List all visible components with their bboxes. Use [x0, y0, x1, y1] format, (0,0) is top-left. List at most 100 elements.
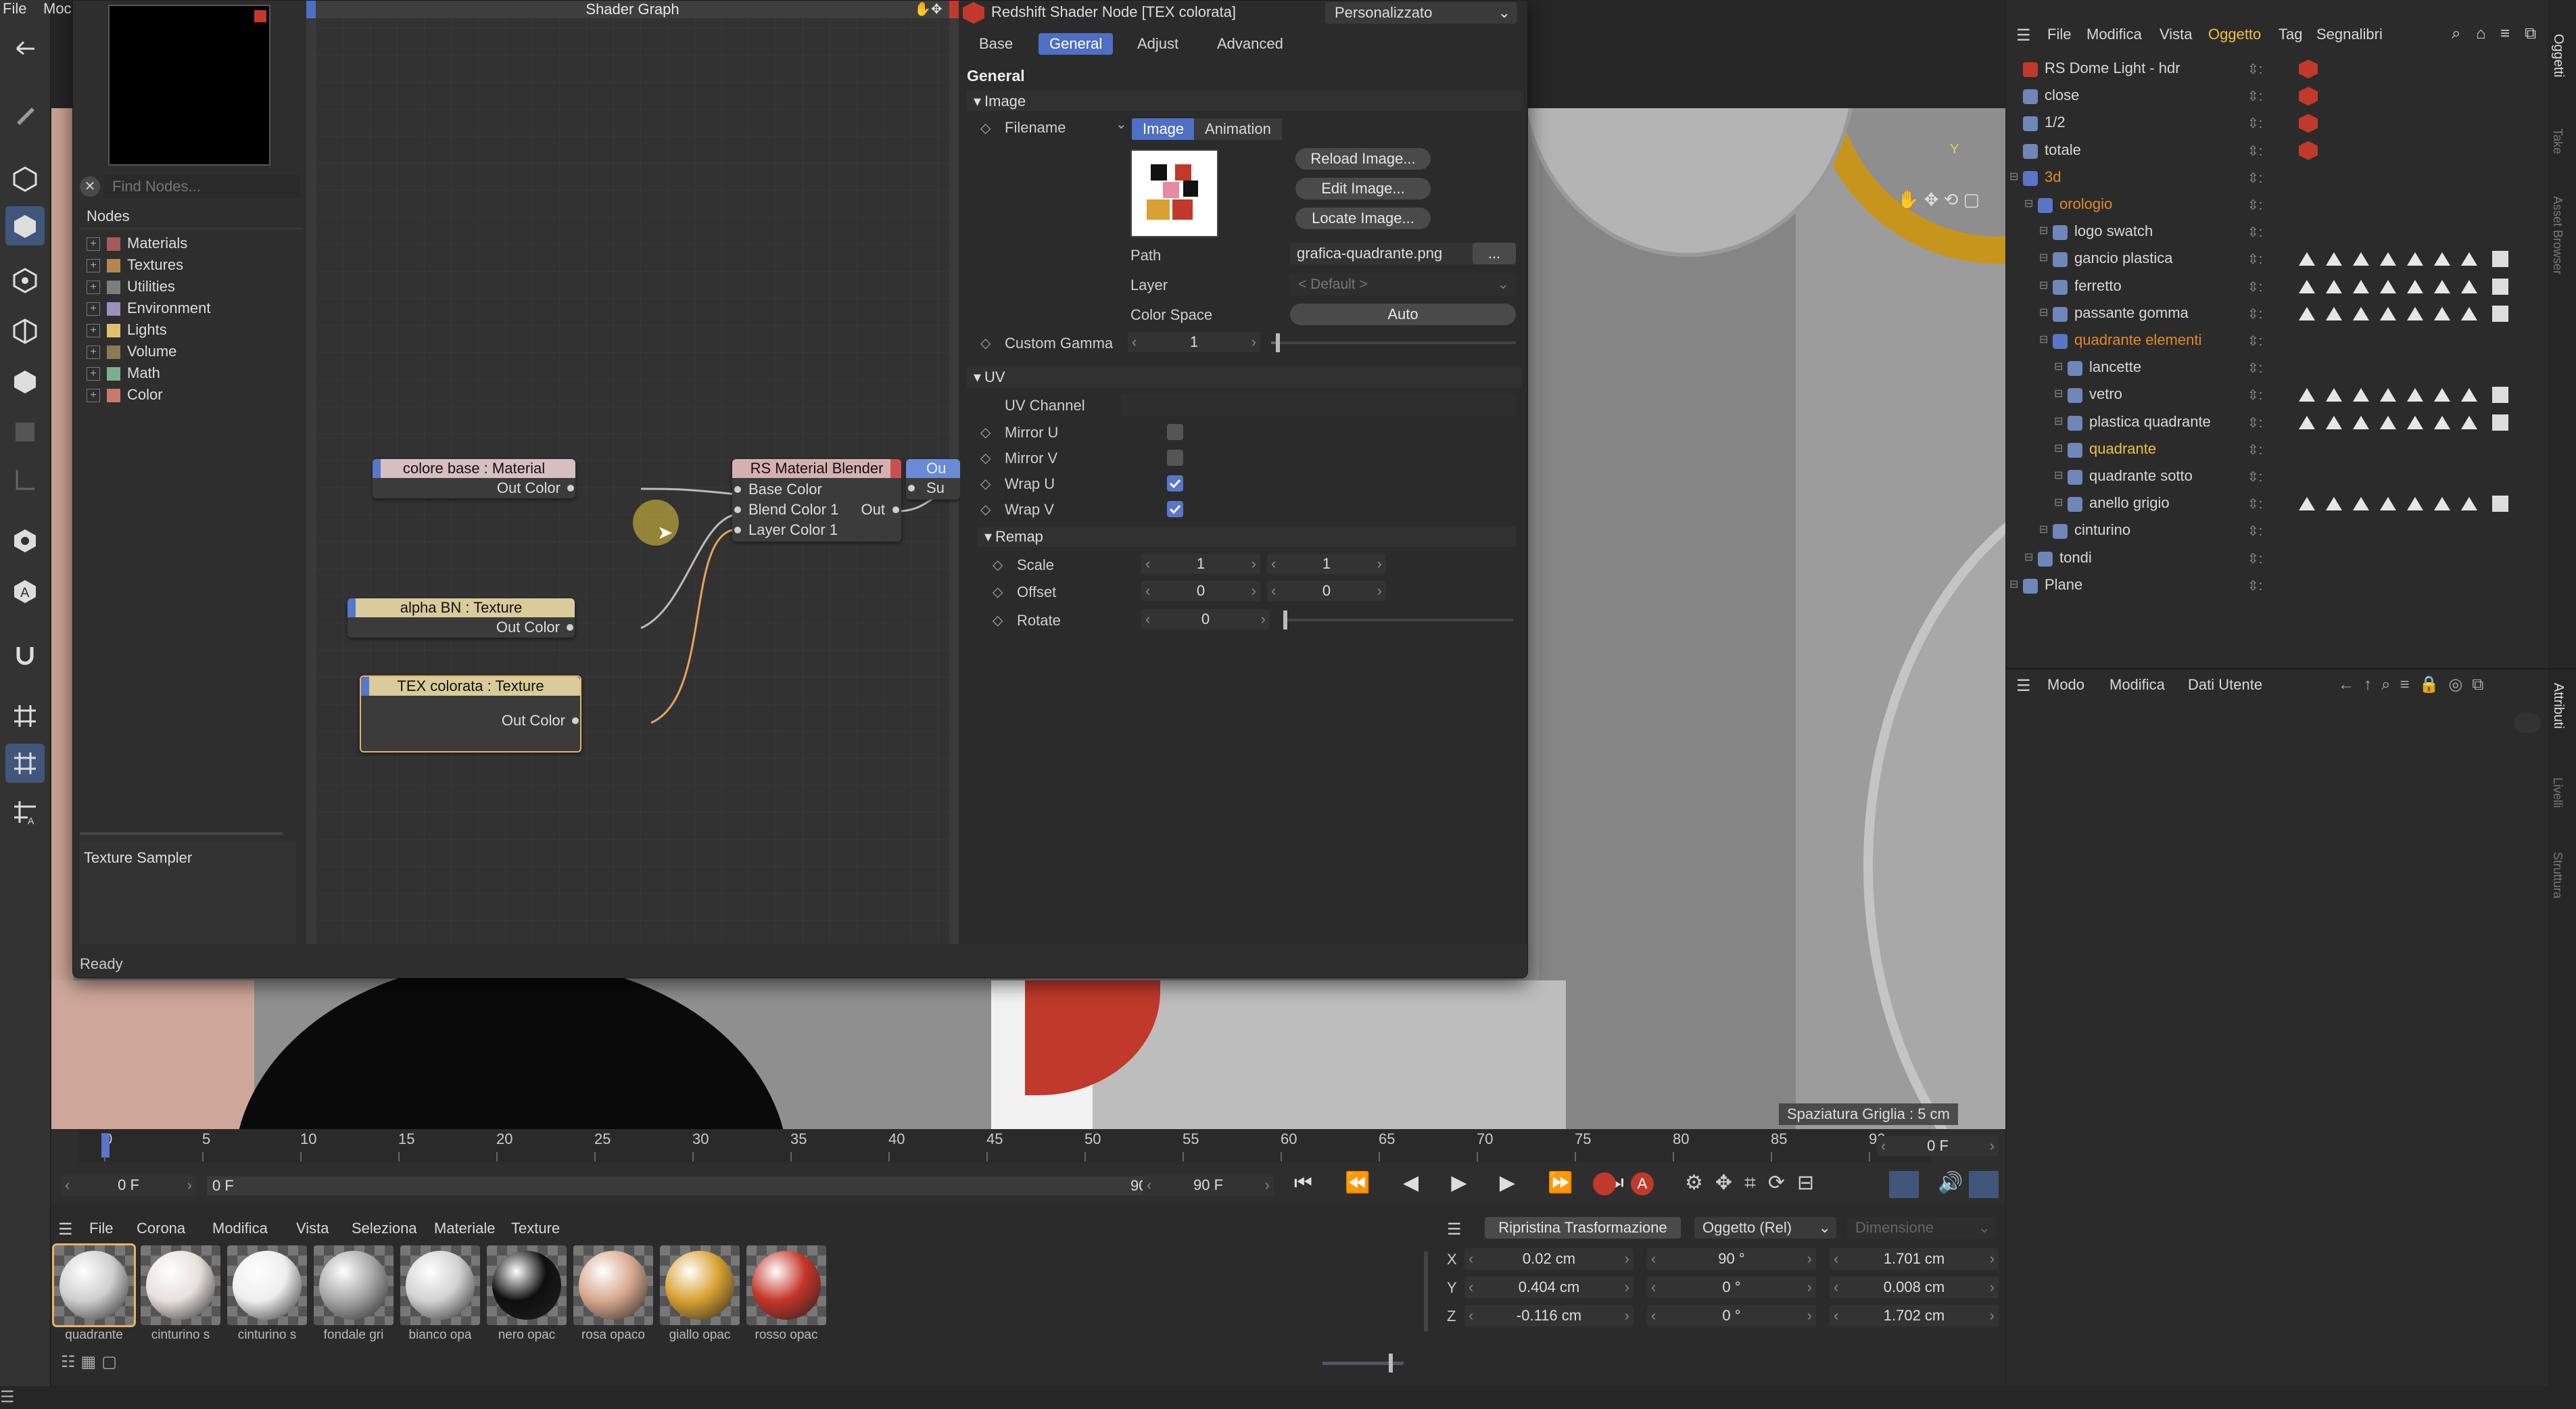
om-menu-item[interactable]: Vista	[2160, 26, 2193, 43]
grid-icon[interactable]	[5, 696, 45, 736]
object-row[interactable]: ⊟ ferretto ⇳:	[2007, 273, 2548, 300]
object-name[interactable]: Plane	[2045, 576, 2082, 594]
side-tab-asset-browser[interactable]: Asset Browser	[2550, 196, 2565, 274]
wrap-v-checkbox[interactable]	[1167, 501, 1183, 517]
decrement-icon[interactable]: ‹	[1469, 1305, 1473, 1327]
autokey-icon[interactable]: A	[1631, 1172, 1654, 1195]
playback-controls[interactable]: ⏮ ⏪ ◀ ▶ ▶ ⏩ ⏭	[1294, 1171, 1638, 1195]
section-uv[interactable]: UV	[984, 368, 1005, 386]
edit-image-button[interactable]: Edit Image...	[1295, 178, 1431, 199]
object-row[interactable]: ⊟ anello grigio ⇳:	[2007, 490, 2548, 517]
increment-icon[interactable]: ›	[1807, 1276, 1812, 1298]
hamburger-icon[interactable]: ☰	[2016, 676, 2031, 696]
uv-channel-field[interactable]	[1121, 394, 1516, 416]
tree-item[interactable]: Volume	[127, 343, 176, 360]
tree-toggle-icon[interactable]: ⊟	[2009, 170, 2018, 183]
mirror-v-checkbox[interactable]	[1167, 450, 1183, 466]
coord-rot-field[interactable]: ‹ 0 ° ›	[1647, 1276, 1816, 1298]
object-name[interactable]: 1/2	[2045, 114, 2066, 131]
coordinate-mode-dropdown[interactable]: Oggetto (Rel) ⌄	[1694, 1217, 1836, 1239]
expand-icon[interactable]: +	[87, 324, 100, 337]
object-name[interactable]: orologio	[2059, 195, 2112, 213]
material-tag-icon[interactable]	[2461, 306, 2477, 320]
material-swatch[interactable]: rosso opac	[746, 1245, 826, 1342]
tree-toggle-icon[interactable]: ⊟	[2039, 224, 2048, 237]
keyframe-icon[interactable]: ◇	[993, 583, 1003, 600]
tree-item[interactable]: Math	[127, 364, 160, 382]
object-name[interactable]: cinturino	[2074, 521, 2130, 539]
material-tag-icon[interactable]	[2434, 306, 2450, 320]
object-row[interactable]: ⊟ cinturino ⇳:	[2007, 517, 2548, 544]
menu-dati-utente[interactable]: Dati Utente	[2188, 676, 2262, 694]
visibility-toggle-icon[interactable]: ⇳:	[2247, 387, 2262, 404]
decrement-icon[interactable]: ‹	[1834, 1305, 1838, 1327]
section-image-caret[interactable]: ▾	[974, 93, 981, 110]
decrement-icon[interactable]: ‹	[1147, 1175, 1151, 1195]
keyframe-icon[interactable]: ◇	[993, 612, 1003, 629]
view-mode-icons[interactable]: ☷▦▢	[61, 1352, 122, 1372]
slider-handle[interactable]	[1389, 1354, 1393, 1372]
material-tag-icon[interactable]	[2299, 388, 2315, 402]
object-name[interactable]: 3d	[2045, 168, 2061, 186]
grid-snap-icon[interactable]	[5, 744, 45, 783]
input-port-dot[interactable]	[908, 485, 915, 492]
keyframe-tools-icons[interactable]: ⚙✥⌗⟳⊟	[1685, 1171, 1826, 1195]
node-tex-colorata[interactable]: TEX colorata : Texture Out Color	[360, 675, 581, 753]
visibility-toggle-icon[interactable]: ⇳:	[2247, 170, 2262, 187]
bracket-icon[interactable]	[5, 460, 45, 499]
filename-chevron-icon[interactable]: ⌄	[1116, 116, 1127, 133]
tab-adjust[interactable]: Adjust	[1126, 33, 1189, 55]
increment-icon[interactable]: ›	[1990, 1305, 1995, 1327]
material-tag-icon[interactable]	[2326, 279, 2342, 293]
material-tag-icon[interactable]	[2299, 306, 2315, 320]
increment-icon[interactable]: ›	[1807, 1305, 1812, 1327]
material-tag-icon[interactable]	[2380, 252, 2396, 266]
tree-item[interactable]: Textures	[127, 256, 183, 274]
wrap-u-checkbox[interactable]	[1167, 475, 1183, 492]
slider-handle[interactable]	[1276, 333, 1281, 352]
material-tag-icon[interactable]	[2407, 388, 2423, 402]
coord-rot-field[interactable]: ‹ 0 ° ›	[1647, 1305, 1816, 1327]
tree-toggle-icon[interactable]: ⊟	[2039, 523, 2048, 536]
visibility-toggle-icon[interactable]: ⇳:	[2247, 88, 2262, 105]
tree-toggle-icon[interactable]: ⊟	[2009, 577, 2018, 591]
node-output[interactable]: Ou Su	[906, 459, 960, 500]
coord-pos-field[interactable]: ‹ 0.404 cm ›	[1464, 1276, 1633, 1298]
material-tag-icon[interactable]	[2299, 415, 2315, 429]
text-tool-icon[interactable]: A	[5, 571, 45, 611]
visibility-toggle-icon[interactable]: ⇳:	[2247, 115, 2262, 132]
point-mode-icon[interactable]	[5, 260, 45, 300]
increment-icon[interactable]: ›	[1807, 1248, 1812, 1270]
visibility-toggle-icon[interactable]: ⇳:	[2247, 333, 2262, 350]
reset-transform-button[interactable]: Ripristina Trasformazione	[1485, 1217, 1681, 1239]
visibility-toggle-icon[interactable]: ⇳:	[2247, 523, 2262, 540]
decrement-icon[interactable]: ‹	[1145, 609, 1150, 629]
subtab-animation[interactable]: Animation	[1194, 118, 1282, 140]
input-port-dot[interactable]	[734, 527, 741, 533]
object-row[interactable]: ⊟ logo swatch ⇳:	[2007, 218, 2548, 245]
object-name[interactable]: gancio plastica	[2074, 249, 2173, 267]
coord-pos-field[interactable]: ‹ -0.116 cm ›	[1464, 1305, 1633, 1327]
material-tag-icon[interactable]	[2353, 252, 2369, 266]
keyframe-icon[interactable]: ◇	[980, 424, 991, 441]
object-name[interactable]: quadrante elementi	[2074, 331, 2201, 349]
coord-rot-field[interactable]: ‹ 90 ° ›	[1647, 1248, 1816, 1270]
custom-gamma-slider[interactable]	[1271, 333, 1516, 352]
section-uv-caret[interactable]: ▾	[974, 368, 981, 386]
custom-gamma-field[interactable]: ‹ 1 ›	[1128, 332, 1260, 352]
coord-size-field[interactable]: ‹ 0.008 cm ›	[1830, 1276, 1999, 1298]
menu-mod[interactable]: Moc	[43, 0, 72, 18]
find-nodes-input[interactable]	[104, 175, 300, 198]
section-remap[interactable]: Remap	[995, 528, 1043, 546]
input-port-dot[interactable]	[734, 486, 741, 493]
coord-size-field[interactable]: ‹ 1.702 cm ›	[1830, 1305, 1999, 1327]
tree-item[interactable]: Materials	[127, 235, 187, 252]
locate-image-button[interactable]: Locate Image...	[1295, 208, 1431, 229]
hamburger-icon[interactable]: ☰	[1447, 1220, 1462, 1239]
playhead[interactable]	[101, 1133, 110, 1157]
increment-icon[interactable]: ›	[1251, 332, 1256, 352]
object-row[interactable]: RS Dome Light - hdr ⇳:	[2007, 55, 2548, 82]
material-tag-icon[interactable]	[2407, 497, 2423, 511]
tab-general[interactable]: General	[1039, 33, 1114, 55]
subtab-image[interactable]: Image	[1132, 118, 1195, 140]
